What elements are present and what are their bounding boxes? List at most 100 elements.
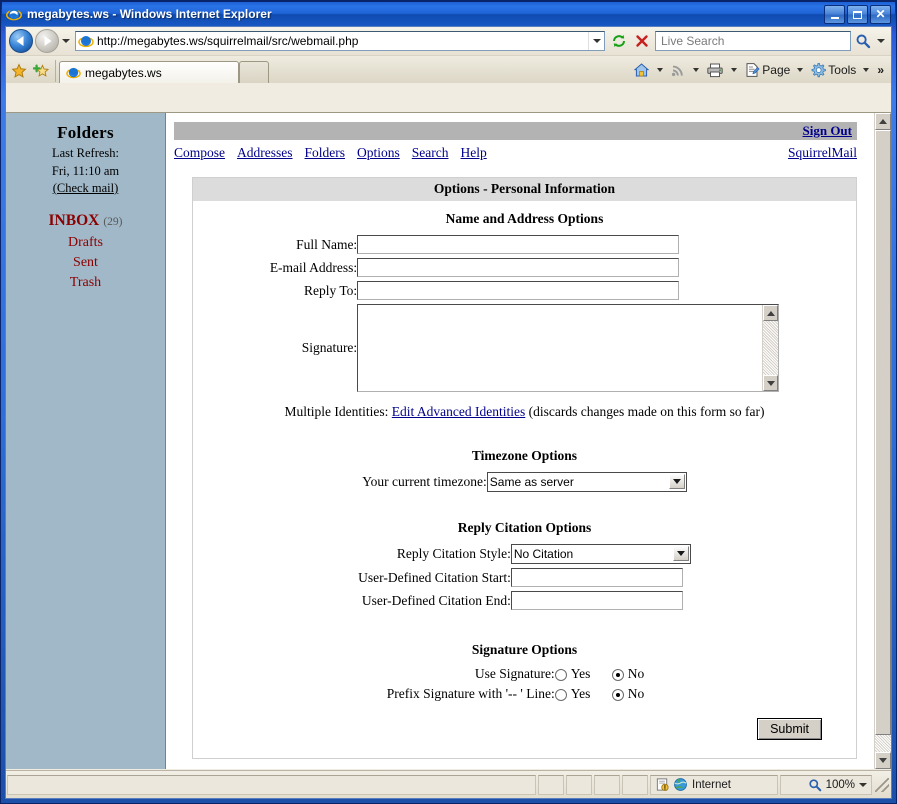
check-mail-link[interactable]: (Check mail) bbox=[53, 181, 119, 196]
last-refresh-label: Last Refresh: bbox=[52, 146, 119, 160]
tools-dropdown[interactable] bbox=[863, 68, 870, 72]
citation-style-select[interactable]: No Citation bbox=[510, 544, 691, 564]
refresh-button[interactable] bbox=[608, 30, 630, 52]
tab-label: megabytes.ws bbox=[85, 65, 162, 80]
home-button[interactable] bbox=[631, 59, 652, 81]
star-icon bbox=[11, 63, 27, 78]
print-button[interactable] bbox=[704, 59, 726, 81]
nav-link-help[interactable]: Help bbox=[461, 145, 487, 161]
edit-advanced-identities-link[interactable]: Edit Advanced Identities bbox=[392, 404, 525, 419]
prefix-yes-option[interactable]: Yes bbox=[554, 686, 590, 702]
reply-to-label: Reply To: bbox=[304, 282, 358, 298]
back-button[interactable] bbox=[9, 29, 33, 53]
page-button[interactable]: Page bbox=[742, 59, 792, 81]
home-dropdown[interactable] bbox=[657, 68, 664, 72]
squirrelmail-brand-link[interactable]: SquirrelMail bbox=[788, 145, 857, 161]
prefix-no-option[interactable]: No bbox=[611, 686, 644, 702]
close-button[interactable]: ✕ bbox=[870, 4, 891, 24]
submit-button[interactable]: Submit bbox=[757, 718, 822, 740]
zoom-dropdown-icon[interactable] bbox=[859, 782, 867, 787]
nav-link-compose[interactable]: Compose bbox=[174, 145, 225, 161]
prefix-no-radio[interactable] bbox=[611, 688, 624, 701]
row-use-signature: Use Signature: Yes No bbox=[387, 664, 662, 684]
use-signature-yes-option[interactable]: Yes bbox=[554, 666, 590, 682]
signature-scroll-down-button[interactable] bbox=[763, 375, 779, 391]
zoom-panel[interactable]: 100% bbox=[780, 774, 872, 795]
add-to-favorites-button[interactable] bbox=[30, 59, 52, 83]
row-signature: Signature: bbox=[270, 302, 780, 394]
forward-arrow-icon bbox=[44, 36, 52, 46]
signout-bar: Sign Out bbox=[174, 122, 857, 140]
email-label: E-mail Address: bbox=[269, 259, 358, 275]
citation-end-input[interactable] bbox=[510, 591, 683, 610]
new-tab-button[interactable] bbox=[239, 61, 269, 83]
search-go-button[interactable] bbox=[852, 30, 874, 52]
tools-button[interactable]: Tools bbox=[808, 59, 858, 81]
folder-item-inbox[interactable]: INBOX (29) bbox=[6, 211, 165, 232]
stop-button[interactable] bbox=[631, 30, 653, 52]
nav-link-folders[interactable]: Folders bbox=[305, 145, 346, 161]
mail-nav-links: Compose Addresses Folders Options Search… bbox=[174, 145, 857, 161]
search-input[interactable]: Live Search bbox=[655, 31, 851, 51]
page-scroll-up-button[interactable] bbox=[875, 113, 891, 130]
email-input[interactable] bbox=[357, 258, 680, 277]
folder-link-sent[interactable]: Sent bbox=[73, 253, 98, 272]
nav-link-search[interactable]: Search bbox=[412, 145, 449, 161]
page-scrollbar[interactable] bbox=[874, 113, 891, 769]
window-controls: ✕ bbox=[824, 4, 895, 24]
citation-start-input[interactable] bbox=[510, 568, 683, 587]
folder-item-drafts[interactable]: Drafts bbox=[6, 232, 165, 252]
folder-link-drafts[interactable]: Drafts bbox=[68, 233, 103, 252]
signature-scrollbar[interactable] bbox=[762, 305, 779, 391]
gear-icon bbox=[811, 63, 827, 78]
window-title: megabytes.ws - Windows Internet Explorer bbox=[27, 7, 272, 21]
favorites-center-button[interactable] bbox=[8, 59, 30, 83]
signature-textarea[interactable] bbox=[358, 305, 762, 391]
page-scroll-down-button[interactable] bbox=[875, 752, 891, 769]
prefix-yes-radio[interactable] bbox=[554, 688, 567, 701]
use-signature-no-radio[interactable] bbox=[611, 668, 624, 681]
minimize-button[interactable] bbox=[824, 4, 845, 24]
use-signature-yes-radio[interactable] bbox=[554, 668, 567, 681]
feeds-button[interactable] bbox=[668, 59, 688, 81]
timezone-table: Your current timezone: Same as server bbox=[362, 470, 687, 494]
folder-link-trash[interactable]: Trash bbox=[70, 273, 101, 292]
reply-to-input[interactable] bbox=[357, 281, 680, 300]
nav-link-options[interactable]: Options bbox=[357, 145, 400, 161]
nav-link-addresses[interactable]: Addresses bbox=[237, 145, 293, 161]
page-dropdown[interactable] bbox=[797, 68, 804, 72]
folder-item-trash[interactable]: Trash bbox=[6, 272, 165, 292]
citation-style-select-wrapper: No Citation bbox=[510, 544, 691, 564]
options-form: Name and Address Options Full Name: E-ma… bbox=[193, 201, 856, 758]
timezone-select[interactable]: Same as server bbox=[486, 472, 687, 492]
print-dropdown[interactable] bbox=[731, 68, 738, 72]
sign-out-link[interactable]: Sign Out bbox=[803, 123, 853, 139]
history-dropdown-button[interactable] bbox=[59, 30, 73, 52]
page-scroll-thumb[interactable] bbox=[875, 130, 891, 735]
section-heading-name-address: Name and Address Options bbox=[445, 211, 604, 226]
close-x-icon bbox=[636, 35, 648, 47]
signature-label: Signature: bbox=[301, 340, 358, 355]
forward-button[interactable] bbox=[35, 29, 59, 53]
tab-megabytes[interactable]: megabytes.ws bbox=[59, 61, 239, 83]
signature-scroll-up-button[interactable] bbox=[763, 305, 779, 321]
submit-row: Submit bbox=[193, 704, 856, 746]
folder-item-sent[interactable]: Sent bbox=[6, 252, 165, 272]
title-bar: megabytes.ws - Windows Internet Explorer… bbox=[2, 2, 895, 26]
page-scroll-track[interactable] bbox=[875, 735, 891, 752]
security-zone-panel[interactable]: Internet bbox=[650, 774, 778, 795]
full-name-input[interactable] bbox=[357, 235, 680, 254]
page-icon bbox=[746, 63, 760, 77]
toolbar-overflow-button[interactable]: » bbox=[874, 63, 887, 77]
address-input[interactable]: http://megabytes.ws/squirrelmail/src/web… bbox=[75, 31, 605, 51]
use-signature-no-option[interactable]: No bbox=[611, 666, 644, 682]
chevron-down-icon bbox=[62, 39, 70, 43]
search-provider-dropdown[interactable] bbox=[874, 30, 888, 52]
folder-link-inbox[interactable]: INBOX bbox=[49, 211, 100, 230]
prefix-signature-label: Prefix Signature with '-- ' Line: bbox=[386, 686, 555, 701]
resize-grip[interactable] bbox=[875, 777, 889, 792]
maximize-button[interactable] bbox=[847, 4, 868, 24]
url-dropdown-button[interactable] bbox=[588, 32, 604, 50]
feeds-dropdown[interactable] bbox=[693, 68, 700, 72]
section-heading-signature: Signature Options bbox=[471, 642, 578, 657]
